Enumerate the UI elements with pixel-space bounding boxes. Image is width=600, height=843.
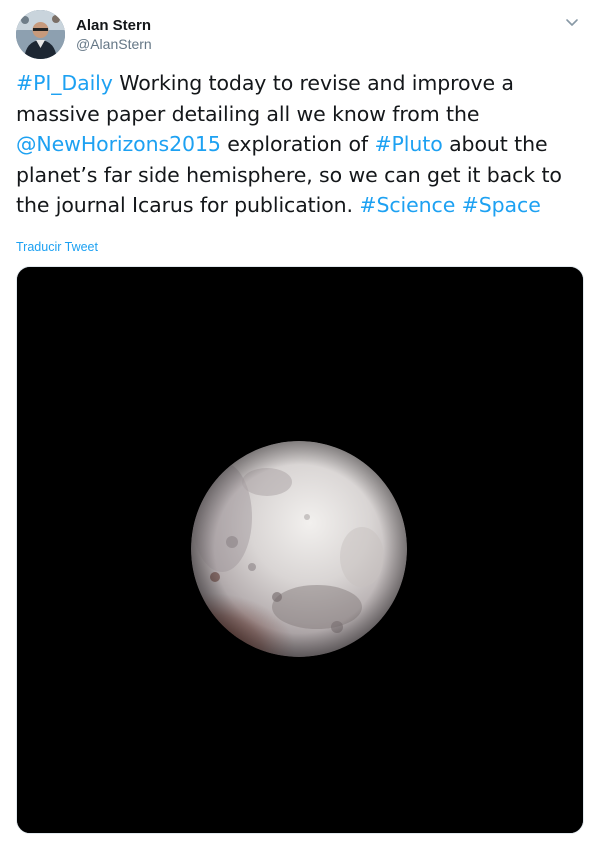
user-avatar[interactable]: [16, 10, 65, 59]
tweet-link[interactable]: #Pluto: [374, 132, 442, 156]
user-photo-icon: [16, 10, 65, 59]
tweet-media[interactable]: [16, 266, 584, 834]
tweet-text: #PI_Daily Working today to revise and im…: [16, 68, 576, 221]
tweet-link[interactable]: @NewHorizons2015: [16, 132, 221, 156]
pluto-image: [17, 267, 583, 833]
display-name[interactable]: Alan Stern: [76, 16, 152, 35]
tweet-link[interactable]: #Science: [359, 193, 455, 217]
tweet-text-segment: exploration of: [220, 132, 375, 156]
tweet-link[interactable]: #Space: [462, 193, 541, 217]
tweet-header: Alan Stern @AlanStern: [16, 10, 584, 62]
chevron-down-icon: [566, 19, 578, 26]
user-handle[interactable]: @AlanStern: [76, 35, 152, 54]
translate-tweet-link[interactable]: Traducir Tweet: [16, 240, 98, 254]
tweet-link[interactable]: #PI_Daily: [16, 71, 113, 95]
more-options-button[interactable]: [564, 14, 580, 30]
